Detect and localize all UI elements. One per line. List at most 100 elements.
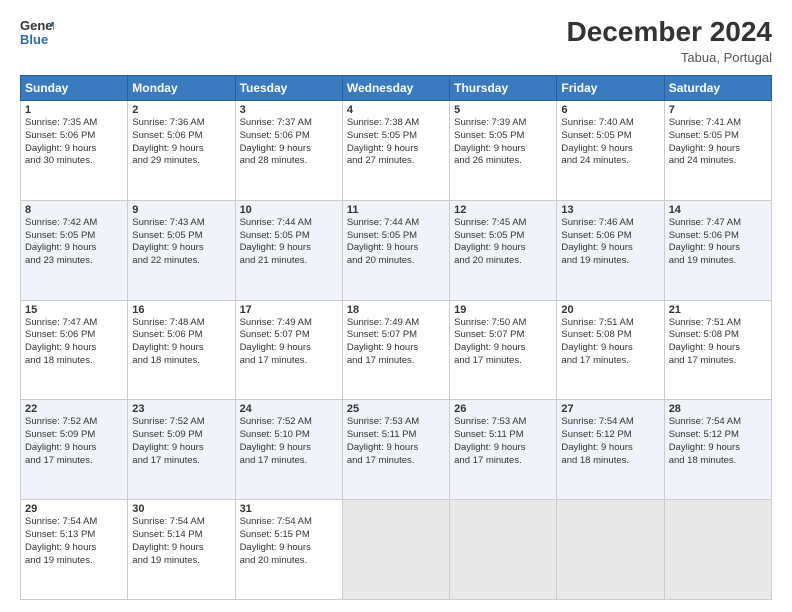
- day-cell: 2Sunrise: 7:36 AMSunset: 5:06 PMDaylight…: [128, 101, 235, 201]
- day-info: Sunrise: 7:37 AMSunset: 5:06 PMDaylight:…: [240, 117, 338, 168]
- header-row: SundayMondayTuesdayWednesdayThursdayFrid…: [21, 76, 772, 101]
- week-row-4: 22Sunrise: 7:52 AMSunset: 5:09 PMDayligh…: [21, 400, 772, 500]
- day-number: 7: [669, 104, 767, 116]
- day-number: 29: [25, 503, 123, 515]
- day-info: Sunrise: 7:53 AMSunset: 5:11 PMDaylight:…: [347, 416, 445, 467]
- day-info: Sunrise: 7:47 AMSunset: 5:06 PMDaylight:…: [25, 317, 123, 368]
- page: General Blue December 2024 Tabua, Portug…: [0, 0, 792, 612]
- day-info: Sunrise: 7:54 AMSunset: 5:13 PMDaylight:…: [25, 516, 123, 567]
- col-header-tuesday: Tuesday: [235, 76, 342, 101]
- day-cell: 9Sunrise: 7:43 AMSunset: 5:05 PMDaylight…: [128, 200, 235, 300]
- day-info: Sunrise: 7:52 AMSunset: 5:09 PMDaylight:…: [132, 416, 230, 467]
- day-info: Sunrise: 7:53 AMSunset: 5:11 PMDaylight:…: [454, 416, 552, 467]
- day-number: 12: [454, 204, 552, 216]
- col-header-monday: Monday: [128, 76, 235, 101]
- day-number: 19: [454, 304, 552, 316]
- week-row-2: 8Sunrise: 7:42 AMSunset: 5:05 PMDaylight…: [21, 200, 772, 300]
- day-number: 10: [240, 204, 338, 216]
- day-info: Sunrise: 7:41 AMSunset: 5:05 PMDaylight:…: [669, 117, 767, 168]
- day-cell: [450, 500, 557, 600]
- day-info: Sunrise: 7:51 AMSunset: 5:08 PMDaylight:…: [669, 317, 767, 368]
- month-title: December 2024: [567, 16, 772, 48]
- day-cell: 19Sunrise: 7:50 AMSunset: 5:07 PMDayligh…: [450, 300, 557, 400]
- logo: General Blue: [20, 16, 54, 50]
- day-number: 14: [669, 204, 767, 216]
- day-cell: 23Sunrise: 7:52 AMSunset: 5:09 PMDayligh…: [128, 400, 235, 500]
- day-info: Sunrise: 7:52 AMSunset: 5:10 PMDaylight:…: [240, 416, 338, 467]
- day-cell: 18Sunrise: 7:49 AMSunset: 5:07 PMDayligh…: [342, 300, 449, 400]
- day-cell: 3Sunrise: 7:37 AMSunset: 5:06 PMDaylight…: [235, 101, 342, 201]
- svg-text:General: General: [20, 18, 54, 33]
- day-number: 21: [669, 304, 767, 316]
- day-number: 13: [561, 204, 659, 216]
- day-number: 27: [561, 403, 659, 415]
- day-number: 15: [25, 304, 123, 316]
- week-row-5: 29Sunrise: 7:54 AMSunset: 5:13 PMDayligh…: [21, 500, 772, 600]
- day-info: Sunrise: 7:45 AMSunset: 5:05 PMDaylight:…: [454, 217, 552, 268]
- day-number: 11: [347, 204, 445, 216]
- day-number: 24: [240, 403, 338, 415]
- week-row-1: 1Sunrise: 7:35 AMSunset: 5:06 PMDaylight…: [21, 101, 772, 201]
- day-number: 23: [132, 403, 230, 415]
- day-info: Sunrise: 7:44 AMSunset: 5:05 PMDaylight:…: [347, 217, 445, 268]
- header: General Blue December 2024 Tabua, Portug…: [20, 16, 772, 65]
- day-cell: 4Sunrise: 7:38 AMSunset: 5:05 PMDaylight…: [342, 101, 449, 201]
- day-info: Sunrise: 7:52 AMSunset: 5:09 PMDaylight:…: [25, 416, 123, 467]
- day-number: 31: [240, 503, 338, 515]
- day-number: 22: [25, 403, 123, 415]
- day-info: Sunrise: 7:49 AMSunset: 5:07 PMDaylight:…: [240, 317, 338, 368]
- day-number: 16: [132, 304, 230, 316]
- day-number: 18: [347, 304, 445, 316]
- day-cell: 16Sunrise: 7:48 AMSunset: 5:06 PMDayligh…: [128, 300, 235, 400]
- day-info: Sunrise: 7:39 AMSunset: 5:05 PMDaylight:…: [454, 117, 552, 168]
- day-cell: 14Sunrise: 7:47 AMSunset: 5:06 PMDayligh…: [664, 200, 771, 300]
- day-cell: 21Sunrise: 7:51 AMSunset: 5:08 PMDayligh…: [664, 300, 771, 400]
- day-info: Sunrise: 7:54 AMSunset: 5:12 PMDaylight:…: [561, 416, 659, 467]
- day-cell: 10Sunrise: 7:44 AMSunset: 5:05 PMDayligh…: [235, 200, 342, 300]
- day-number: 5: [454, 104, 552, 116]
- day-number: 28: [669, 403, 767, 415]
- day-info: Sunrise: 7:50 AMSunset: 5:07 PMDaylight:…: [454, 317, 552, 368]
- logo-svg: General Blue: [20, 16, 54, 50]
- day-number: 17: [240, 304, 338, 316]
- day-cell: 27Sunrise: 7:54 AMSunset: 5:12 PMDayligh…: [557, 400, 664, 500]
- day-info: Sunrise: 7:48 AMSunset: 5:06 PMDaylight:…: [132, 317, 230, 368]
- day-cell: 28Sunrise: 7:54 AMSunset: 5:12 PMDayligh…: [664, 400, 771, 500]
- day-number: 26: [454, 403, 552, 415]
- day-number: 1: [25, 104, 123, 116]
- day-number: 6: [561, 104, 659, 116]
- day-cell: [342, 500, 449, 600]
- col-header-wednesday: Wednesday: [342, 76, 449, 101]
- day-number: 30: [132, 503, 230, 515]
- day-info: Sunrise: 7:40 AMSunset: 5:05 PMDaylight:…: [561, 117, 659, 168]
- col-header-saturday: Saturday: [664, 76, 771, 101]
- day-number: 9: [132, 204, 230, 216]
- day-info: Sunrise: 7:54 AMSunset: 5:14 PMDaylight:…: [132, 516, 230, 567]
- day-info: Sunrise: 7:51 AMSunset: 5:08 PMDaylight:…: [561, 317, 659, 368]
- day-cell: 30Sunrise: 7:54 AMSunset: 5:14 PMDayligh…: [128, 500, 235, 600]
- day-cell: 17Sunrise: 7:49 AMSunset: 5:07 PMDayligh…: [235, 300, 342, 400]
- week-row-3: 15Sunrise: 7:47 AMSunset: 5:06 PMDayligh…: [21, 300, 772, 400]
- day-cell: 11Sunrise: 7:44 AMSunset: 5:05 PMDayligh…: [342, 200, 449, 300]
- day-info: Sunrise: 7:49 AMSunset: 5:07 PMDaylight:…: [347, 317, 445, 368]
- day-info: Sunrise: 7:43 AMSunset: 5:05 PMDaylight:…: [132, 217, 230, 268]
- day-cell: 6Sunrise: 7:40 AMSunset: 5:05 PMDaylight…: [557, 101, 664, 201]
- day-number: 25: [347, 403, 445, 415]
- day-cell: 5Sunrise: 7:39 AMSunset: 5:05 PMDaylight…: [450, 101, 557, 201]
- day-cell: 26Sunrise: 7:53 AMSunset: 5:11 PMDayligh…: [450, 400, 557, 500]
- day-number: 3: [240, 104, 338, 116]
- calendar-table: SundayMondayTuesdayWednesdayThursdayFrid…: [20, 75, 772, 600]
- day-info: Sunrise: 7:35 AMSunset: 5:06 PMDaylight:…: [25, 117, 123, 168]
- day-cell: [664, 500, 771, 600]
- location: Tabua, Portugal: [567, 50, 772, 65]
- day-number: 8: [25, 204, 123, 216]
- day-cell: 29Sunrise: 7:54 AMSunset: 5:13 PMDayligh…: [21, 500, 128, 600]
- day-info: Sunrise: 7:54 AMSunset: 5:12 PMDaylight:…: [669, 416, 767, 467]
- day-cell: [557, 500, 664, 600]
- day-cell: 12Sunrise: 7:45 AMSunset: 5:05 PMDayligh…: [450, 200, 557, 300]
- col-header-thursday: Thursday: [450, 76, 557, 101]
- day-cell: 24Sunrise: 7:52 AMSunset: 5:10 PMDayligh…: [235, 400, 342, 500]
- day-cell: 15Sunrise: 7:47 AMSunset: 5:06 PMDayligh…: [21, 300, 128, 400]
- day-info: Sunrise: 7:38 AMSunset: 5:05 PMDaylight:…: [347, 117, 445, 168]
- svg-text:Blue: Blue: [20, 32, 48, 47]
